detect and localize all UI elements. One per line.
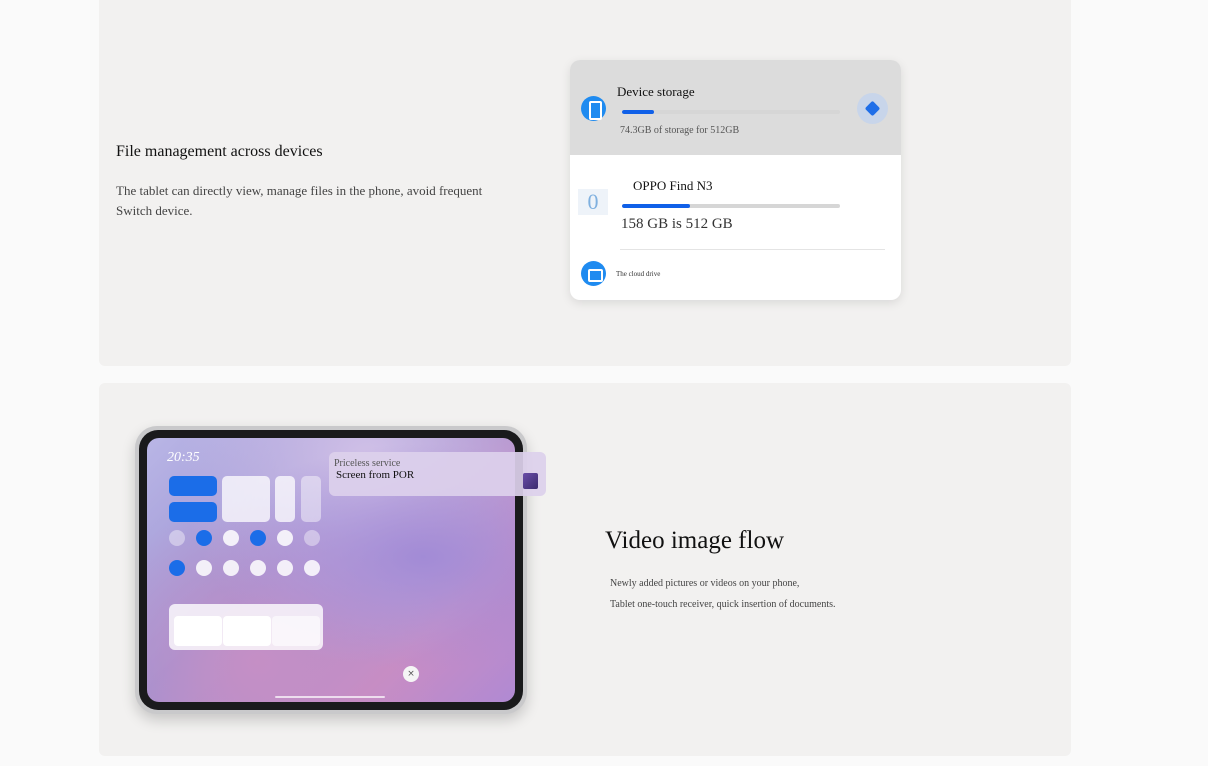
feature-description-line-1: The tablet can directly view, manage fil… [116,183,483,198]
oppo-device-progress-fill [622,204,690,208]
video-image-flow-section: 20:35 × Priceless service Screen from PO… [99,383,1071,756]
qs-toggle [169,560,185,576]
clean-storage-button[interactable] [857,93,888,124]
device-card [223,616,271,646]
oppo-device-subtext: 158 GB is 512 GB [621,216,733,232]
device-storage-row[interactable]: Device storage 74.3GB of storage for 512… [570,60,901,155]
feature-title: File management across devices [116,143,323,160]
oppo-device-progress [622,204,840,208]
volume-slider-tile [301,476,321,522]
qs-toggle [196,530,212,546]
device-storage-progress [622,110,840,114]
device-storage-label: Device storage [617,84,695,99]
qs-toggle [169,530,185,546]
device-storage-subtext: 74.3GB of storage for 512GB [620,125,740,136]
divider [620,249,885,250]
device-card [272,616,320,646]
brightness-slider-tile [275,476,295,522]
qs-toggle [304,530,320,546]
device-storage-progress-fill [622,110,654,114]
qs-toggle [277,560,293,576]
file-management-section: File management across devices The table… [99,0,1071,366]
device-space-panel [169,604,323,650]
notification-title: Priceless service [334,458,401,469]
wifi-tile [169,476,217,496]
cloud-drive-icon [581,261,606,286]
qs-toggle [250,560,266,576]
feature-description-line-2: Tablet one-touch receiver, quick inserti… [610,599,836,610]
bluetooth-tile [169,502,217,522]
media-tile [222,476,270,522]
feature-description: The tablet can directly view, manage fil… [116,181,516,221]
oppo-device-icon: 0 [578,189,608,215]
close-button: × [403,666,419,682]
tablet-clock: 20:35 [167,450,200,465]
notification-thumbnail [523,473,538,489]
home-indicator [275,696,385,698]
feature-description-line-1: Newly added pictures or videos on your p… [610,578,800,589]
cloud-drive-label[interactable]: The cloud drive [616,270,660,278]
qs-toggle [196,560,212,576]
device-card [174,616,222,646]
screen-share-notification: Priceless service Screen from POR [329,452,546,496]
feature-description-line-2: Switch device. [116,203,193,218]
qs-toggle [277,530,293,546]
qs-toggle [223,530,239,546]
storage-panel: Device storage 74.3GB of storage for 512… [570,60,901,300]
feature-title: Video image flow [605,527,785,554]
phone-icon [581,96,606,121]
notification-subtitle: Screen from POR [336,469,415,481]
qs-toggle [223,560,239,576]
qs-toggle [304,560,320,576]
qs-toggle [250,530,266,546]
oppo-device-label[interactable]: OPPO Find N3 [633,178,712,194]
feature-description: Newly added pictures or videos on your p… [610,573,836,615]
